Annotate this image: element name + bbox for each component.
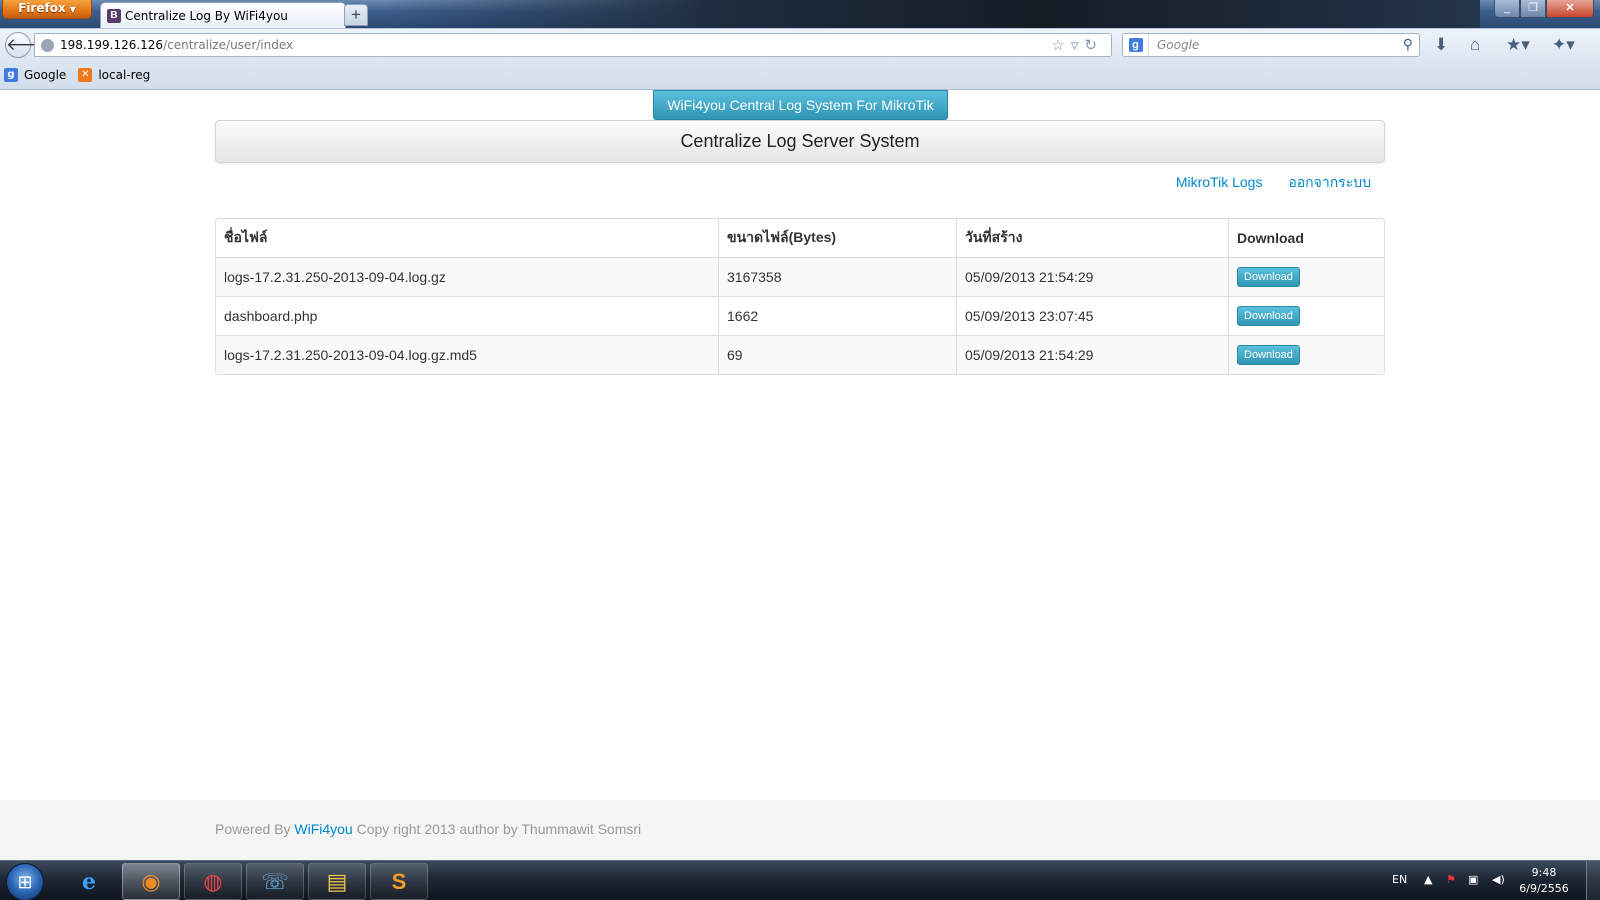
start-button[interactable]: ⊞ — [6, 863, 44, 900]
search-placeholder: Google — [1157, 38, 1200, 52]
search-engine-selector[interactable]: g — [1123, 34, 1149, 56]
table-row: logs-17.2.31.250-2013-09-04.log.gz.md5 6… — [216, 335, 1384, 374]
addon-icon[interactable]: ✦▾ — [1552, 35, 1575, 55]
chrome-taskbar-icon[interactable]: ◍ — [184, 863, 242, 900]
clock-date: 6/9/2556 — [1519, 882, 1569, 895]
footer-suffix: Copy right 2013 author by Thummawit Soms… — [356, 821, 642, 837]
bookmark-label: local-reg — [98, 67, 151, 82]
browser-navbar: 🡐 198.199.126.126/centralize/user/index … — [0, 28, 1600, 60]
windows-taskbar: ⊞ e ◉ ◍ ☏ ▤ S EN ▲ ⚑ ▣ ◀) 9:48 6/9/2556 — [0, 860, 1600, 900]
web-page: WiFi4you Central Log System For MikroTik… — [0, 90, 1600, 860]
top-links: MikroTik Logs ออกจากระบบ — [215, 172, 1385, 194]
file-explorer-taskbar-icon[interactable]: ▤ — [308, 863, 366, 900]
header-filename: ชื่อไฟล์ — [224, 229, 268, 245]
xampp-icon: ✕ — [78, 67, 93, 82]
logout-link[interactable]: ออกจากระบบ — [1288, 174, 1371, 190]
download-button[interactable]: Download — [1237, 267, 1300, 287]
sublime-text-taskbar-icon[interactable]: S — [370, 863, 428, 900]
titlebar-background — [380, 0, 1480, 28]
download-cell: Download — [1228, 335, 1384, 374]
internet-explorer-taskbar-icon[interactable]: e — [60, 863, 118, 900]
new-tab-button[interactable]: + — [344, 4, 368, 26]
file-created: 05/09/2013 21:54:29 — [956, 335, 1228, 374]
minimize-button[interactable]: _ — [1494, 0, 1520, 18]
download-cell: Download — [1228, 296, 1384, 335]
close-window-button[interactable]: ✕ — [1546, 0, 1594, 18]
firefox-menu-label: Firefox — [18, 1, 66, 15]
reload-icon[interactable]: ↻ — [1084, 37, 1103, 54]
downloads-icon[interactable]: ⬇ — [1434, 35, 1448, 55]
maximize-button[interactable]: ❐ — [1520, 0, 1546, 18]
clock-time: 9:48 — [1531, 866, 1557, 879]
firefox-taskbar-icon[interactable]: ◉ — [122, 863, 180, 900]
file-name: logs-17.2.31.250-2013-09-04.log.gz — [216, 257, 718, 296]
browser-titlebar: Firefox ▼ B Centralize Log By WiFi4you + … — [0, 0, 1600, 28]
file-name: dashboard.php — [216, 296, 718, 335]
taskbar-clock[interactable]: 9:48 6/9/2556 — [1514, 865, 1574, 897]
bootstrap-favicon-icon: B — [107, 8, 121, 23]
action-center-flag-icon[interactable]: ⚑ — [1446, 873, 1456, 886]
search-bar[interactable]: g Google ⚲ — [1122, 33, 1420, 57]
volume-icon[interactable]: ◀) — [1492, 873, 1505, 886]
bookmark-label: Google — [24, 67, 67, 82]
header-created: วันที่สร้าง — [956, 219, 1228, 257]
google-icon: g — [4, 67, 18, 82]
tab-title: Centralize Log By WiFi4you — [125, 8, 288, 23]
home-icon[interactable]: ⌂ — [1470, 35, 1480, 55]
firefox-menu-button[interactable]: Firefox ▼ — [2, 0, 92, 19]
bookmark-google[interactable]: g Google — [4, 67, 67, 82]
url-path: /centralize/user/index — [163, 38, 294, 52]
header-download: Download — [1228, 219, 1384, 257]
brand-button[interactable]: WiFi4you Central Log System For MikroTik — [653, 90, 948, 120]
file-name: logs-17.2.31.250-2013-09-04.log.gz.md5 — [216, 335, 718, 374]
table-row: logs-17.2.31.250-2013-09-04.log.gz 31673… — [216, 257, 1384, 296]
url-host: 198.199.126.126 — [60, 38, 164, 52]
page-footer: Powered By WiFi4you Copy right 2013 auth… — [0, 800, 1600, 860]
footer-prefix: Powered By — [215, 821, 291, 837]
chevron-down-icon: ▼ — [69, 5, 76, 14]
file-size: 69 — [718, 335, 956, 374]
bookmarks-menu-icon[interactable]: ★▾ — [1506, 35, 1530, 55]
file-created: 05/09/2013 23:07:45 — [956, 296, 1228, 335]
download-cell: Download — [1228, 257, 1384, 296]
lync-taskbar-icon[interactable]: ☏ — [246, 863, 304, 900]
url-history-dropdown-icon[interactable]: ▿ — [1071, 37, 1085, 54]
language-indicator[interactable]: EN — [1392, 873, 1407, 886]
show-desktop-button[interactable] — [1586, 861, 1600, 900]
network-icon[interactable]: ▣ — [1468, 873, 1478, 886]
bookmarks-toolbar: g Google ✕ local-reg — [0, 60, 1600, 90]
header-filesize: ขนาดไฟล์(Bytes) — [718, 219, 956, 257]
footer-brand-link[interactable]: WiFi4you — [294, 821, 352, 837]
download-button[interactable]: Download — [1237, 306, 1300, 326]
file-size: 3167358 — [718, 257, 956, 296]
page-title: Centralize Log Server System — [215, 120, 1385, 163]
table-row: dashboard.php 1662 05/09/2013 23:07:45 D… — [216, 296, 1384, 335]
search-icon[interactable]: ⚲ — [1403, 36, 1413, 53]
url-actions: ☆▿↻ — [1051, 36, 1103, 54]
file-created: 05/09/2013 21:54:29 — [956, 257, 1228, 296]
download-button[interactable]: Download — [1237, 345, 1300, 365]
google-icon: g — [1128, 38, 1143, 52]
back-button[interactable]: 🡐 — [5, 32, 52, 58]
bookmark-star-icon[interactable]: ☆ — [1051, 37, 1070, 54]
files-table: ชื่อไฟล์ ขนาดไฟล์(Bytes) วันที่สร้าง Dow… — [215, 218, 1385, 375]
bookmark-local-reg[interactable]: ✕ local-reg — [78, 67, 151, 82]
show-hidden-icons-icon[interactable]: ▲ — [1424, 873, 1432, 886]
file-size: 1662 — [718, 296, 956, 335]
url-bar[interactable]: 198.199.126.126/centralize/user/index ☆▿… — [34, 33, 1112, 57]
globe-icon — [41, 38, 54, 52]
footer-text: Powered By WiFi4you Copy right 2013 auth… — [215, 821, 641, 837]
browser-tab-active[interactable]: B Centralize Log By WiFi4you — [100, 2, 346, 28]
mikrotik-logs-link[interactable]: MikroTik Logs — [1176, 174, 1263, 190]
table-header-row: ชื่อไฟล์ ขนาดไฟล์(Bytes) วันที่สร้าง Dow… — [216, 219, 1384, 257]
